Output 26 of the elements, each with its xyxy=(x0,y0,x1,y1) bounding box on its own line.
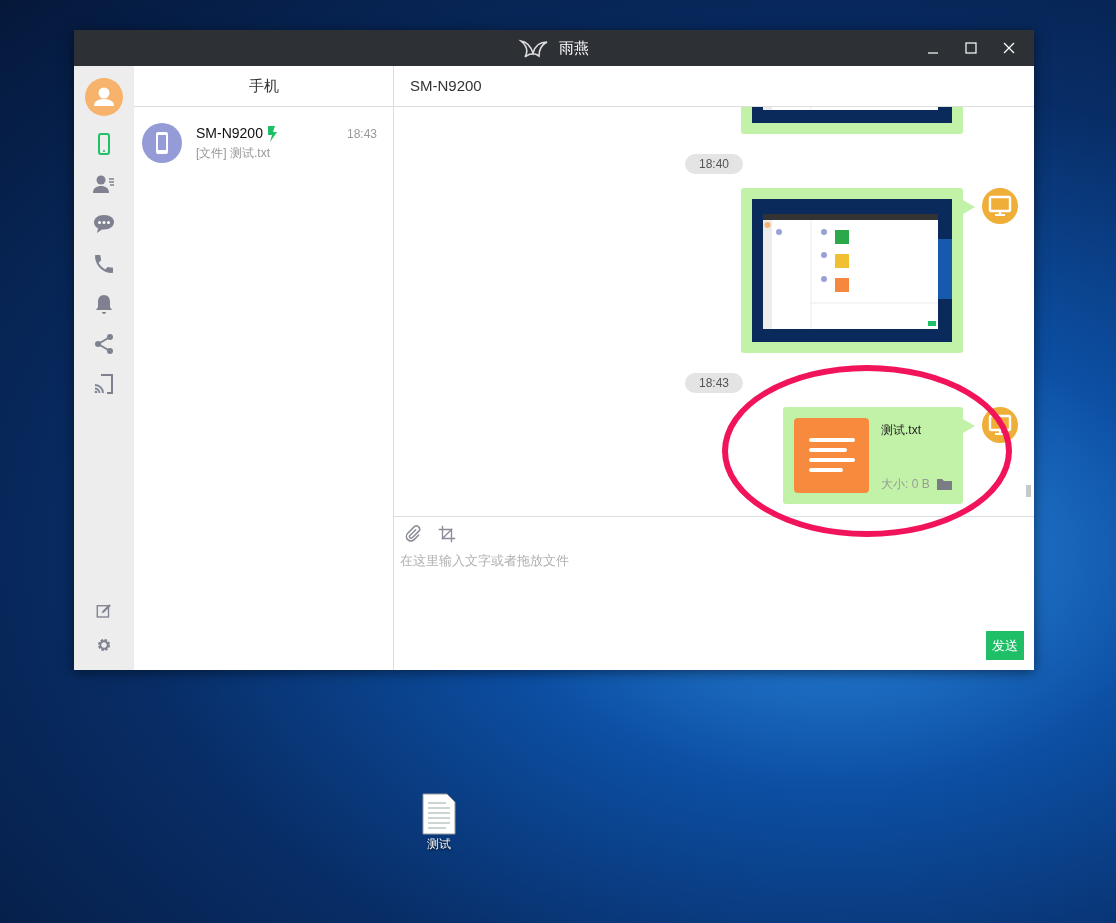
chat-bubble-icon[interactable] xyxy=(92,212,116,236)
chat-title: SM-N9200 xyxy=(410,75,482,96)
panel-header: 手机 xyxy=(248,75,279,96)
crop-icon[interactable] xyxy=(438,525,456,543)
device-name[interactable]: SM-N9200 xyxy=(196,123,263,144)
message-preview: [文件] 测试.txt xyxy=(196,145,271,162)
file-size: 大小: 0 B xyxy=(881,476,930,493)
phone-handset-icon[interactable] xyxy=(92,252,116,276)
timestamp: 18:43 xyxy=(685,373,743,393)
swallow-logo-icon xyxy=(519,37,549,59)
message-time: 18:43 xyxy=(346,125,377,143)
desktop-icon-label[interactable]: 测试 xyxy=(427,835,451,853)
device-avatar-icon xyxy=(142,123,182,163)
profile-avatar-icon[interactable] xyxy=(85,78,123,116)
text-document-icon[interactable] xyxy=(422,793,456,835)
window-title: 雨燕 xyxy=(559,37,589,58)
paperclip-icon[interactable] xyxy=(404,525,422,543)
scrollbar-thumb[interactable] xyxy=(1026,485,1031,497)
file-name: 测试.txt xyxy=(881,422,922,439)
text-file-icon xyxy=(794,418,869,493)
cast-icon[interactable] xyxy=(92,372,116,396)
folder-icon[interactable] xyxy=(937,478,952,490)
timestamp: 18:40 xyxy=(685,154,743,174)
share-icon[interactable] xyxy=(92,332,116,356)
settings-icon[interactable] xyxy=(95,636,113,654)
edit-icon[interactable] xyxy=(95,602,113,620)
